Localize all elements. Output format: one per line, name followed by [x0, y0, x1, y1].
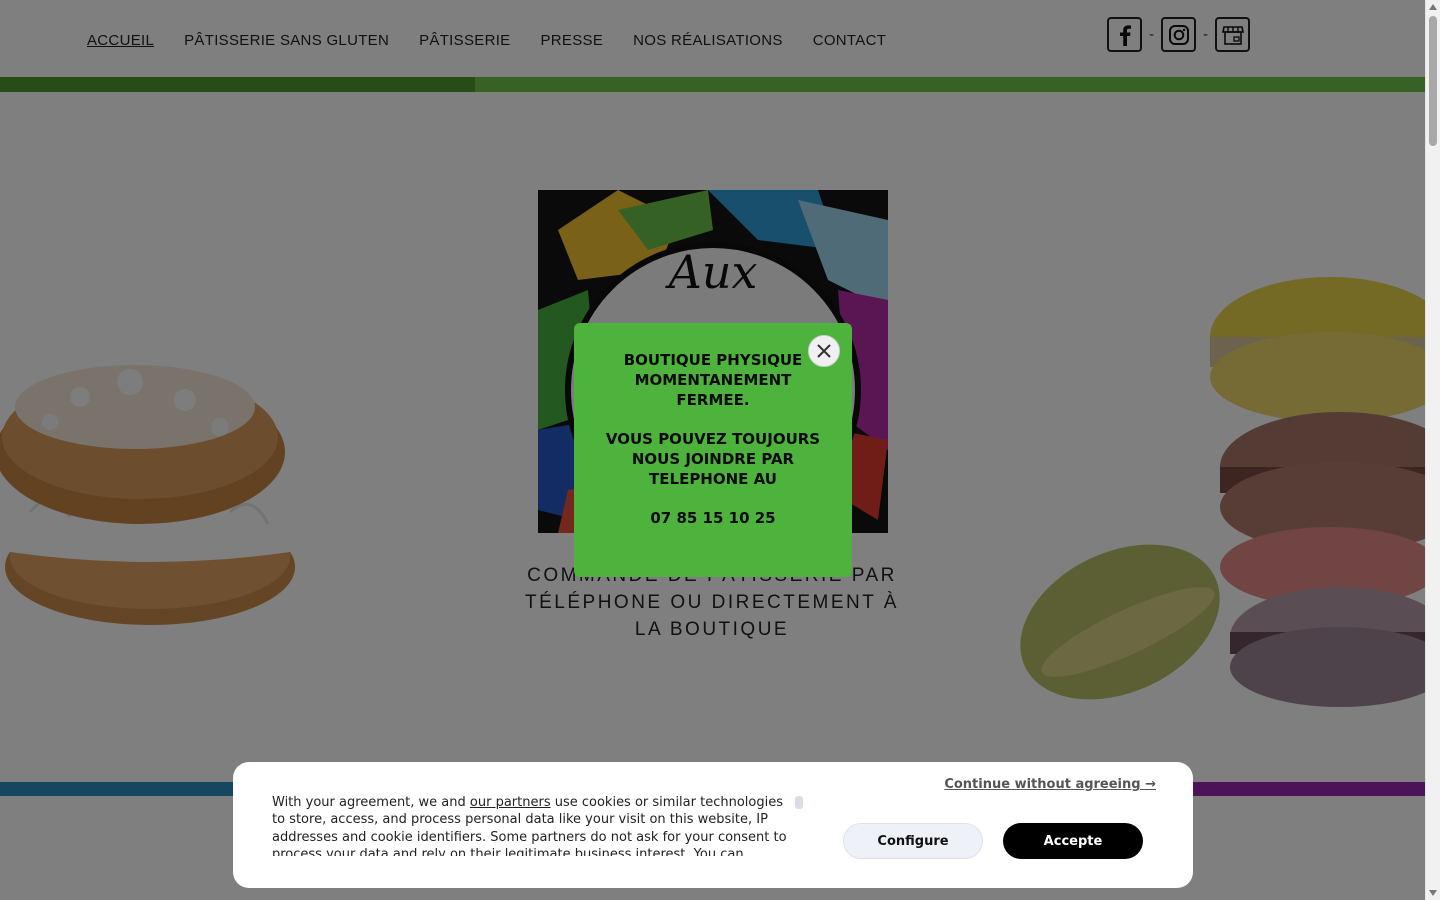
close-icon [817, 344, 831, 358]
page-scrollbar[interactable] [1425, 0, 1440, 900]
cookie-text-scrollbar[interactable] [795, 796, 803, 809]
popup-close-button[interactable] [808, 335, 840, 367]
cookie-consent-text: With your agreement, we and our partners… [272, 794, 792, 856]
continue-without-agreeing-link[interactable]: Continue without agreeing → [944, 777, 1156, 792]
announcement-popup: BOUTIQUE PHYSIQUE MOMENTANEMENT FERMEE. … [574, 323, 852, 577]
cookie-text-intro: With your agreement, we and [272, 795, 470, 810]
popup-contact-notice: VOUS POUVEZ TOUJOURS NOUS JOINDRE PAR TE… [605, 430, 821, 488]
cookie-consent-banner: With your agreement, we and our partners… [233, 762, 1193, 888]
popup-phone-number: 07 85 15 10 25 [650, 509, 776, 527]
our-partners-link[interactable]: our partners [470, 795, 551, 810]
accept-button[interactable]: Accepte [1003, 823, 1143, 859]
scroll-up-arrow-icon[interactable] [1429, 4, 1437, 10]
scrollbar-thumb[interactable] [1429, 16, 1437, 146]
scroll-down-arrow-icon[interactable] [1429, 890, 1437, 896]
configure-button[interactable]: Configure [843, 823, 983, 859]
